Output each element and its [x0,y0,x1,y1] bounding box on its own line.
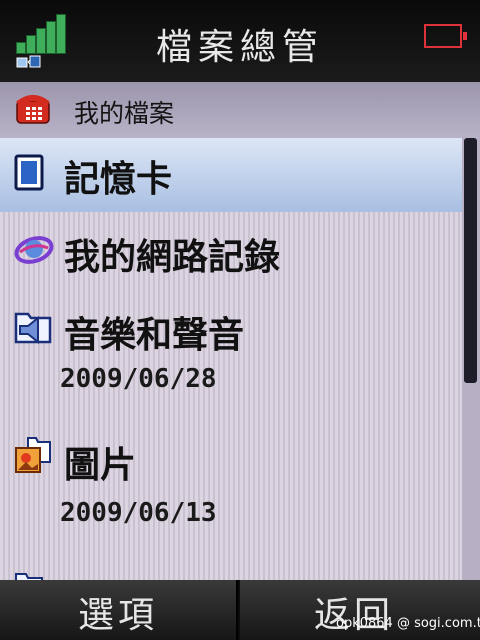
list-item-date: 2009/06/13 [60,498,217,528]
music-folder-icon [14,312,52,345]
pictures-folder-icon [15,437,51,473]
scrollbar[interactable] [462,138,480,580]
list-item-music[interactable]: 音樂和聲音 2009/06/28 [0,298,462,418]
screen-title: 檔案總管 [155,27,324,68]
watermark: opk0864 @ sogi.com.tw [336,616,480,631]
battery-icon [424,24,467,48]
list-item-date: 2009/06/28 [60,364,217,394]
list-item-label: 我的網路記錄 [64,237,281,278]
file-list[interactable]: 記憶卡 我的網路記錄 音樂和聲音 2009/06/28 圖片 2009/06/1… [0,138,462,580]
folder-icon [15,573,43,580]
back-softkey[interactable]: 返回 [240,580,480,640]
status-bar: 檔案總管 [0,0,480,82]
list-item-partial[interactable] [0,570,462,580]
options-softkey-label: 選項 [78,595,159,636]
list-item-label: 記憶卡 [64,159,173,200]
list-item-memory-card[interactable]: 記憶卡 [0,138,462,212]
list-item-label: 圖片 [64,445,137,486]
list-item-pictures[interactable]: 圖片 2009/06/13 [0,430,462,560]
memory-card-icon [14,154,44,191]
list-item-label: 音樂和聲音 [64,315,245,356]
breadcrumb-label: 我的檔案 [74,99,175,128]
web-history-icon [14,236,54,264]
phone-icon [16,95,50,124]
options-softkey[interactable]: 選項 [0,580,238,640]
list-item-web-history[interactable]: 我的網路記錄 [0,220,462,290]
scrollbar-thumb[interactable] [464,138,477,383]
breadcrumb: 我的檔案 [0,82,480,138]
softkey-bar: 選項 返回 [0,580,480,640]
